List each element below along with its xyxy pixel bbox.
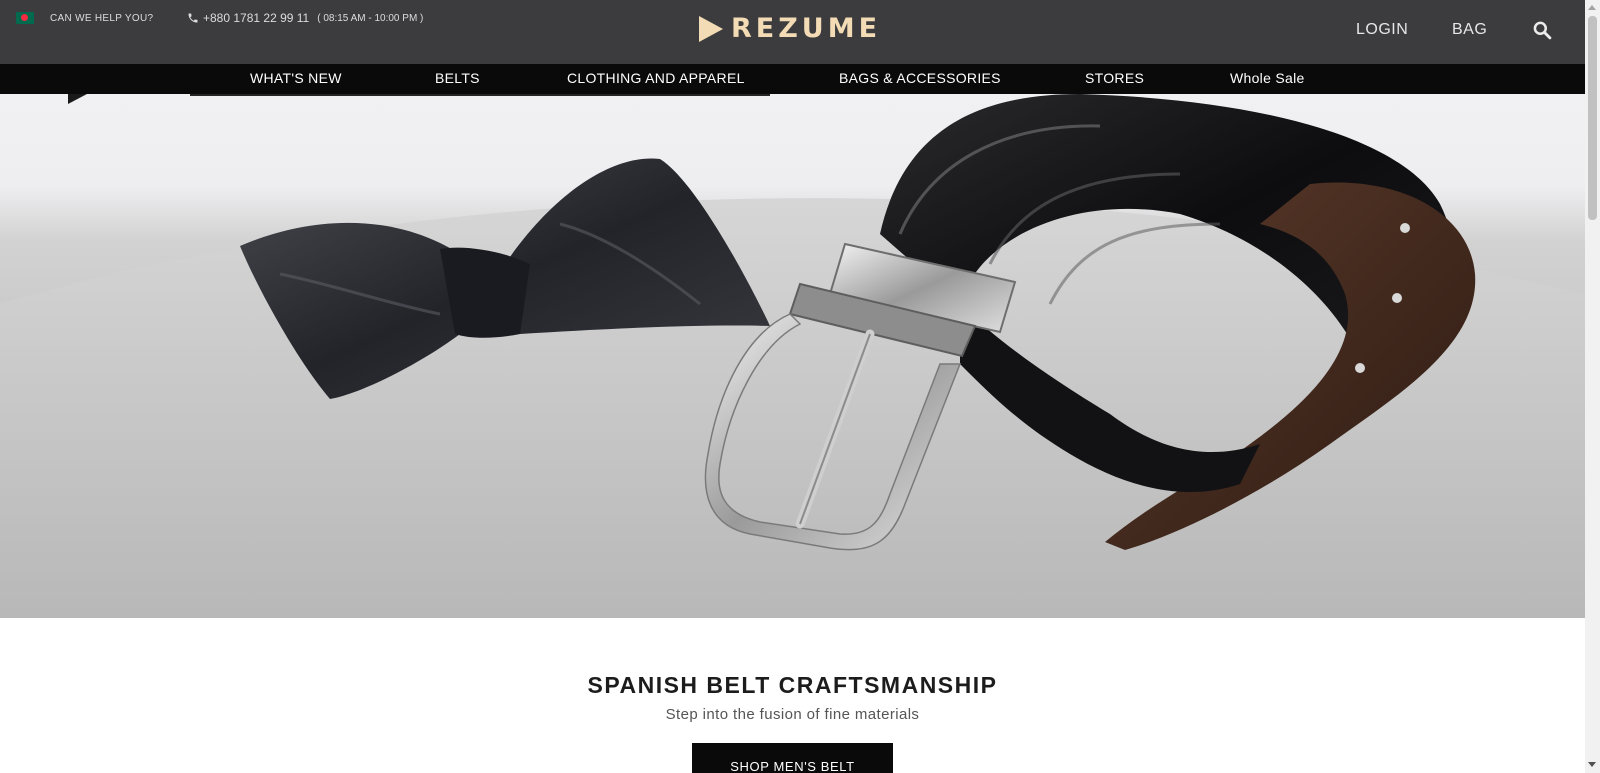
logo-wordmark: REZUME bbox=[731, 13, 882, 44]
search-icon[interactable] bbox=[1532, 20, 1552, 40]
play-logo-icon bbox=[699, 16, 723, 42]
nav-item-stores[interactable]: STORES bbox=[1085, 70, 1144, 86]
scroll-up-arrow-icon[interactable] bbox=[1588, 5, 1596, 10]
nav-item-clothing-and-apparel[interactable]: CLOTHING AND APPAREL bbox=[567, 70, 745, 86]
hero-image bbox=[0, 64, 1585, 618]
section-title: SPANISH BELT CRAFTSMANSHIP bbox=[587, 672, 998, 698]
shop-mens-belt-button[interactable]: SHOP MEN'S BELT bbox=[692, 743, 893, 773]
scroll-down-arrow-icon[interactable] bbox=[1588, 762, 1596, 767]
rezume-logo[interactable]: REZUME bbox=[697, 14, 881, 44]
scroll-thumb[interactable] bbox=[1588, 16, 1597, 220]
login-link[interactable]: LOGIN bbox=[1356, 21, 1408, 39]
help-link[interactable]: CAN WE HELP YOU? bbox=[50, 13, 153, 24]
hero-banner[interactable] bbox=[0, 64, 1585, 618]
bag-link[interactable]: BAG bbox=[1452, 21, 1487, 39]
nav-item-whole-sale[interactable]: Whole Sale bbox=[1230, 70, 1305, 86]
opening-hours: ( 08:15 AM - 10:00 PM ) bbox=[317, 12, 424, 24]
phone-icon bbox=[188, 13, 198, 23]
phone-number: +880 1781 22 99 11 bbox=[203, 11, 310, 25]
main-navigation: WHAT'S NEW BELTS CLOTHING AND APPAREL BA… bbox=[0, 64, 1585, 94]
nav-item-whats-new[interactable]: WHAT'S NEW bbox=[250, 70, 342, 86]
section-subtitle: Step into the fusion of fine materials bbox=[665, 706, 920, 723]
phone-contact[interactable]: +880 1781 22 99 11 ( 08:15 AM - 10:00 PM… bbox=[187, 11, 423, 25]
top-header: CAN WE HELP YOU? +880 1781 22 99 11 ( 08… bbox=[0, 0, 1585, 64]
nav-item-belts[interactable]: BELTS bbox=[435, 70, 480, 86]
bangladesh-flag-icon[interactable] bbox=[16, 12, 34, 24]
nav-item-bags-accessories[interactable]: BAGS & ACCESSORIES bbox=[839, 70, 1001, 86]
page-scrollbar[interactable] bbox=[1585, 0, 1600, 773]
